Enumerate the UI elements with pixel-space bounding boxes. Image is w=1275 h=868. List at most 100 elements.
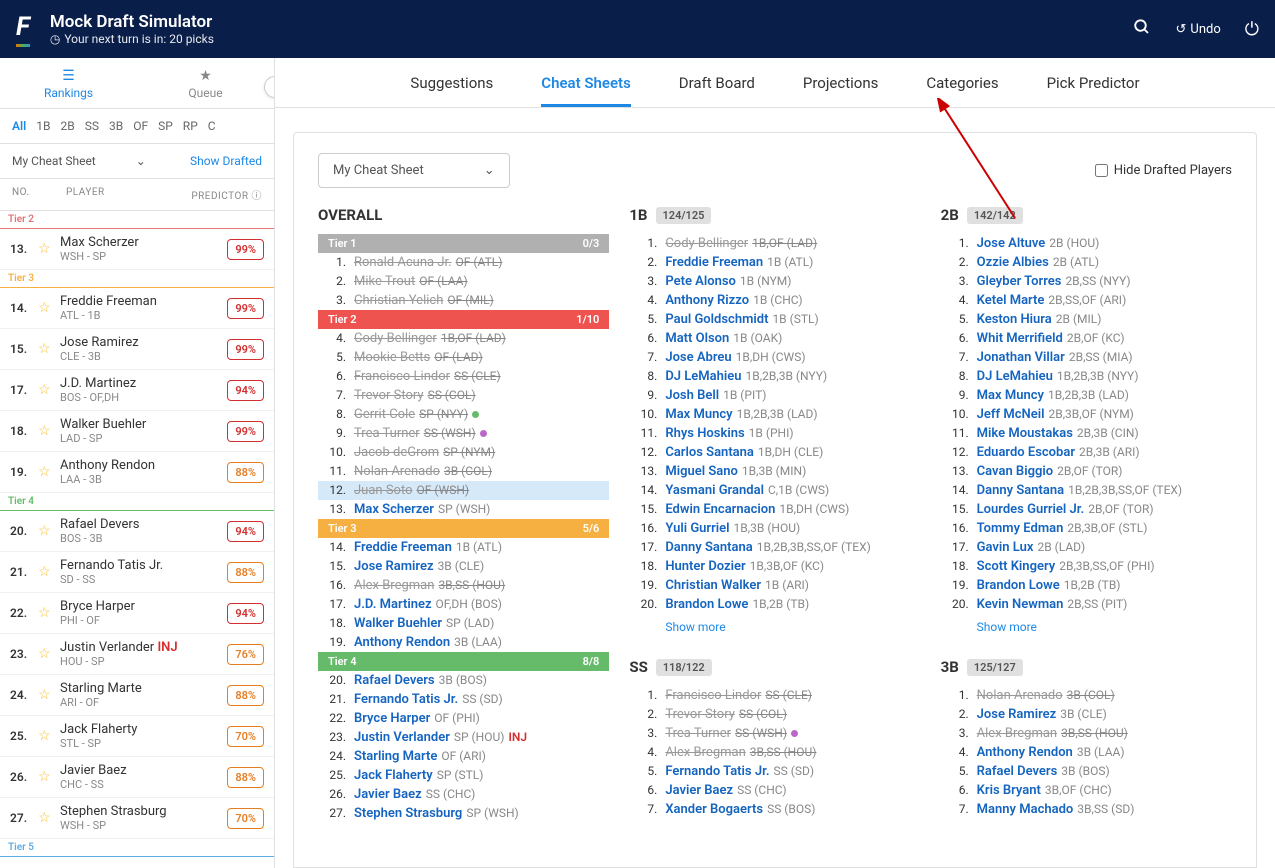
- player-link[interactable]: Jose Altuve: [977, 236, 1046, 251]
- list-item[interactable]: 8. DJ LeMahieu 1B,2B,3B (NYY): [629, 367, 920, 386]
- tab-suggestions[interactable]: Suggestions: [410, 60, 493, 106]
- player-row[interactable]: 17. ☆ J.D. Martinez BOS - OF,DH 94%: [0, 370, 274, 411]
- player-link[interactable]: Whit Merrifield: [977, 331, 1063, 346]
- star-icon[interactable]: ☆: [38, 810, 56, 826]
- player-link[interactable]: Javier Baez: [665, 783, 733, 798]
- list-item[interactable]: 4. Ketel Marte 2B,SS,OF (ARI): [941, 291, 1232, 310]
- list-item[interactable]: 9. Max Muncy 1B,2B,3B (LAD): [941, 386, 1232, 405]
- star-icon[interactable]: ☆: [38, 605, 56, 621]
- list-item[interactable]: 1. Nolan Arenado 3B (COL): [941, 686, 1232, 705]
- player-row[interactable]: 27. ☆ Stephen Strasburg WSH - SP 70%: [0, 798, 274, 839]
- pos-filter-sp[interactable]: SP: [158, 119, 173, 133]
- list-item[interactable]: 19. Brandon Lowe 1B,2B (TB): [941, 576, 1232, 595]
- player-link[interactable]: Hunter Dozier: [665, 559, 745, 574]
- star-icon[interactable]: ☆: [38, 687, 56, 703]
- pos-filter-1b[interactable]: 1B: [36, 119, 50, 133]
- star-icon[interactable]: ☆: [38, 300, 56, 316]
- list-item[interactable]: 18. Hunter Dozier 1B,3B,OF (KC): [629, 557, 920, 576]
- list-item[interactable]: 16. Yuli Gurriel 1B,3B (HOU): [629, 519, 920, 538]
- player-link[interactable]: Anthony Rendon: [977, 745, 1073, 760]
- player-list[interactable]: Tier 213. ☆ Max Scherzer WSH - SP 99%Tie…: [0, 211, 274, 868]
- player-link[interactable]: Juan Soto: [354, 483, 413, 498]
- list-item[interactable]: 10. Max Muncy 1B,2B,3B (LAD): [629, 405, 920, 424]
- star-icon[interactable]: ☆: [38, 341, 56, 357]
- player-link[interactable]: Nolan Arenado: [977, 688, 1063, 703]
- list-item[interactable]: 6. Francisco Lindor SS (CLE): [318, 367, 609, 386]
- player-link[interactable]: Gerrit Cole: [354, 407, 415, 422]
- star-icon[interactable]: ☆: [38, 464, 56, 480]
- player-link[interactable]: J.D. Martinez: [354, 597, 432, 612]
- star-icon[interactable]: ☆: [38, 241, 56, 257]
- list-item[interactable]: 12. Carlos Santana 1B,DH (CLE): [629, 443, 920, 462]
- list-item[interactable]: 4. Anthony Rendon 3B (LAA): [941, 743, 1232, 762]
- player-row[interactable]: 18. ☆ Walker Buehler LAD - SP 99%: [0, 411, 274, 452]
- main-cheat-sheet-select[interactable]: My Cheat Sheet ⌄: [318, 153, 510, 188]
- player-link[interactable]: Gleyber Torres: [977, 274, 1062, 289]
- list-item[interactable]: 4. Anthony Rizzo 1B (CHC): [629, 291, 920, 310]
- list-item[interactable]: 12. Eduardo Escobar 2B,3B (ARI): [941, 443, 1232, 462]
- list-item[interactable]: 3. Pete Alonso 1B (NYM): [629, 272, 920, 291]
- list-item[interactable]: 26. Javier Baez SS (CHC): [318, 785, 609, 804]
- list-item[interactable]: 14. Freddie Freeman 1B (ATL): [318, 538, 609, 557]
- list-item[interactable]: 16. Alex Bregman 3B,SS (HOU): [318, 576, 609, 595]
- search-icon[interactable]: [1133, 18, 1151, 41]
- player-link[interactable]: Yuli Gurriel: [665, 521, 729, 536]
- player-row[interactable]: 14. ☆ Freddie Freeman ATL - 1B 99%: [0, 288, 274, 329]
- player-link[interactable]: Josh Bell: [665, 388, 719, 403]
- list-item[interactable]: 16. Tommy Edman 2B,3B,OF (STL): [941, 519, 1232, 538]
- list-item[interactable]: 18. Walker Buehler SP (LAD): [318, 614, 609, 633]
- list-item[interactable]: 7. Trevor Story SS (COL): [318, 386, 609, 405]
- player-link[interactable]: Christian Walker: [665, 578, 761, 593]
- list-item[interactable]: 23. Justin Verlander SP (HOU) INJ: [318, 728, 609, 747]
- list-item[interactable]: 18. Scott Kingery 2B,3B,SS,OF (PHI): [941, 557, 1232, 576]
- power-icon[interactable]: ⏻: [1245, 19, 1259, 40]
- cheat-sheet-select[interactable]: My Cheat Sheet ⌄: [12, 154, 146, 168]
- list-item[interactable]: 14. Danny Santana 1B,2B,3B,SS,OF (TEX): [941, 481, 1232, 500]
- pos-filter-all[interactable]: All: [12, 119, 26, 133]
- list-item[interactable]: 6. Javier Baez SS (CHC): [629, 781, 920, 800]
- player-link[interactable]: Cody Bellinger: [354, 331, 437, 346]
- hide-drafted-checkbox[interactable]: [1095, 164, 1108, 177]
- list-item[interactable]: 4. Alex Bregman 3B,SS (HOU): [629, 743, 920, 762]
- player-link[interactable]: Alex Bregman: [354, 578, 434, 593]
- player-link[interactable]: DJ LeMahieu: [665, 369, 741, 384]
- list-item[interactable]: 2. Trevor Story SS (COL): [629, 705, 920, 724]
- player-link[interactable]: Walker Buehler: [354, 616, 442, 631]
- player-link[interactable]: Justin Verlander: [354, 730, 450, 745]
- player-row[interactable]: 20. ☆ Rafael Devers BOS - 3B 94%: [0, 511, 274, 552]
- list-item[interactable]: 7. Xander Bogaerts SS (BOS): [629, 800, 920, 819]
- player-link[interactable]: Jonathan Villar: [977, 350, 1065, 365]
- list-item[interactable]: 10. Jeff McNeil 2B,3B,OF (NYM): [941, 405, 1232, 424]
- player-link[interactable]: Francisco Lindor: [354, 369, 450, 384]
- player-link[interactable]: Max Muncy: [665, 407, 732, 422]
- pos-filter-of[interactable]: OF: [133, 119, 148, 133]
- star-icon[interactable]: ☆: [38, 564, 56, 580]
- player-link[interactable]: Rafael Devers: [977, 764, 1058, 779]
- list-item[interactable]: 19. Anthony Rendon 3B (LAA): [318, 633, 609, 652]
- list-item[interactable]: 17. Gavin Lux 2B (LAD): [941, 538, 1232, 557]
- player-link[interactable]: Jack Flaherty: [354, 768, 433, 783]
- list-item[interactable]: 15. Jose Ramirez 3B (CLE): [318, 557, 609, 576]
- hide-drafted-toggle[interactable]: Hide Drafted Players: [1095, 163, 1232, 178]
- star-icon[interactable]: ☆: [38, 523, 56, 539]
- list-item[interactable]: 1. Francisco Lindor SS (CLE): [629, 686, 920, 705]
- list-item[interactable]: 5. Keston Hiura 2B (MIL): [941, 310, 1232, 329]
- list-item[interactable]: 3. Alex Bregman 3B,SS (HOU): [941, 724, 1232, 743]
- player-link[interactable]: Cody Bellinger: [665, 236, 748, 251]
- list-item[interactable]: 6. Whit Merrifield 2B,OF (KC): [941, 329, 1232, 348]
- list-item[interactable]: 1. Ronald Acuna Jr. OF (ATL): [318, 253, 609, 272]
- player-link[interactable]: Trevor Story: [354, 388, 424, 403]
- player-link[interactable]: Keston Hiura: [977, 312, 1052, 327]
- player-link[interactable]: Brandon Lowe: [977, 578, 1060, 593]
- player-link[interactable]: Ronald Acuna Jr.: [354, 255, 452, 270]
- list-item[interactable]: 15. Lourdes Gurriel Jr. 2B,OF (TOR): [941, 500, 1232, 519]
- player-row[interactable]: 25. ☆ Jack Flaherty STL - SP 70%: [0, 716, 274, 757]
- player-link[interactable]: Fernando Tatis Jr.: [354, 692, 458, 707]
- pos-filter-c[interactable]: C: [208, 119, 216, 133]
- player-link[interactable]: Paul Goldschmidt: [665, 312, 768, 327]
- player-link[interactable]: Lourdes Gurriel Jr.: [977, 502, 1085, 517]
- tab-queue[interactable]: ★ Queue: [137, 58, 274, 108]
- player-link[interactable]: Trea Turner: [665, 726, 731, 741]
- player-link[interactable]: Ketel Marte: [977, 293, 1045, 308]
- show-more-link[interactable]: Show more: [941, 614, 1232, 640]
